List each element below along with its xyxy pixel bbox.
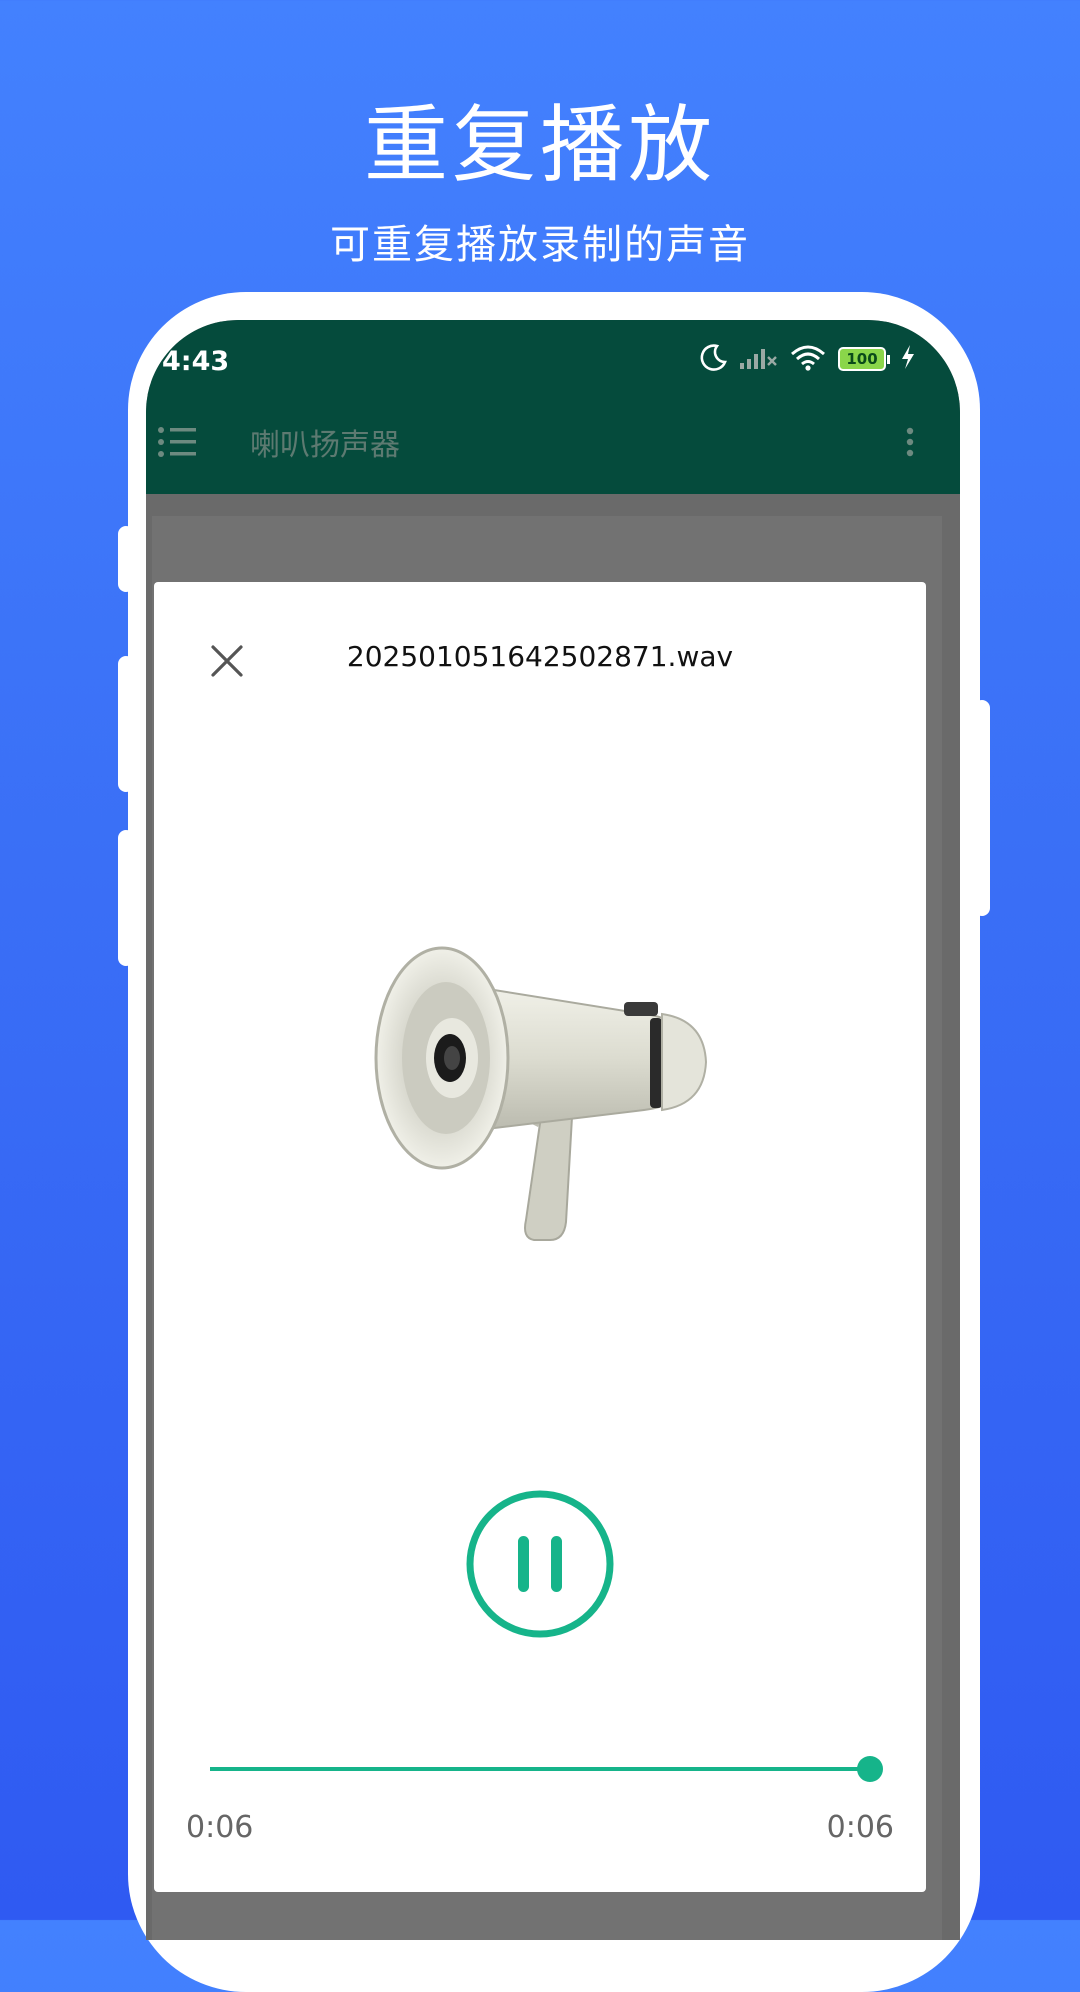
seek-bar-progress xyxy=(210,1767,870,1771)
promo-title: 重复播放 xyxy=(363,96,716,194)
phone-side-button xyxy=(974,700,990,916)
seek-bar-thumb[interactable] xyxy=(857,1756,883,1782)
phone-screen: 4:43 xyxy=(146,320,960,1940)
megaphone-image xyxy=(354,922,734,1252)
pause-button[interactable] xyxy=(466,1490,614,1638)
toolbar-title: 喇叭扬声器 xyxy=(250,428,400,463)
total-time: 0:06 xyxy=(826,1810,894,1845)
moon-icon xyxy=(698,342,728,376)
app-bar: 4:43 100 喇叭扬声器 xyxy=(146,320,960,494)
signal-icon xyxy=(738,343,778,375)
menu-icon[interactable] xyxy=(156,424,200,464)
charging-icon xyxy=(900,344,916,374)
player-dialog: 20250105164250287​1.wav xyxy=(154,582,926,1892)
battery-level: 100 xyxy=(838,347,886,371)
wifi-icon xyxy=(788,342,828,376)
seek-bar[interactable] xyxy=(210,1756,883,1782)
file-name: 20250105164250287​1.wav xyxy=(346,640,734,673)
promo-subtitle: 可重复播放录制的声音 xyxy=(330,222,750,268)
status-icons: 100 xyxy=(698,342,916,376)
phone-side-button xyxy=(118,830,134,966)
battery-icon: 100 xyxy=(838,347,890,371)
phone-side-button xyxy=(118,526,134,592)
phone-side-button xyxy=(118,656,134,792)
pause-icon xyxy=(518,1536,529,1592)
current-time: 0:06 xyxy=(186,1810,254,1845)
status-time: 4:43 xyxy=(162,346,230,377)
more-options-icon[interactable] xyxy=(904,426,916,462)
